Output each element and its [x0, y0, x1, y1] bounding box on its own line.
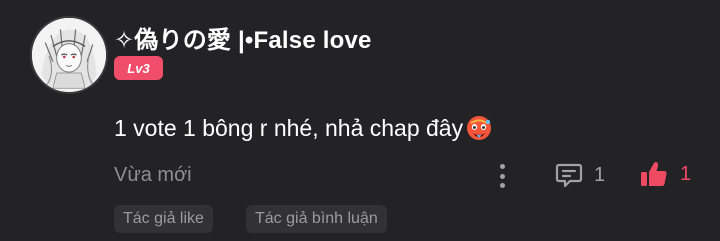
author-like-tag: Tác giả like — [114, 205, 213, 233]
username[interactable]: ✧偽りの愛 |•False love — [114, 20, 372, 55]
comment-bubble-icon — [555, 163, 583, 188]
hot-face-emoji-icon — [465, 114, 493, 142]
reply-button[interactable]: 1 — [554, 160, 605, 190]
more-dot-icon — [499, 164, 505, 169]
comment-text: 1 vote 1 bông r nhé, nhả chap đây — [114, 114, 464, 141]
level-badge: Lv3 — [114, 56, 163, 80]
comment-item: ✧偽りの愛 |•False love Lv3 1 vote 1 bông r n… — [0, 0, 720, 241]
author-reply-tag: Tác giả bình luận — [246, 205, 387, 233]
like-button[interactable]: 1 — [638, 158, 691, 190]
thumbs-up-icon — [641, 162, 667, 186]
reply-count: 1 — [594, 163, 606, 186]
comment-body: 1 vote 1 bông r nhé, nhả chap đây — [114, 114, 493, 142]
timestamp: Vừa mới — [114, 164, 192, 186]
avatar[interactable] — [30, 16, 108, 94]
like-count: 1 — [680, 162, 692, 185]
more-dot-icon — [499, 183, 505, 188]
avatar-illustration — [32, 18, 106, 92]
more-dot-icon — [499, 173, 505, 179]
more-options-button[interactable] — [492, 162, 512, 190]
